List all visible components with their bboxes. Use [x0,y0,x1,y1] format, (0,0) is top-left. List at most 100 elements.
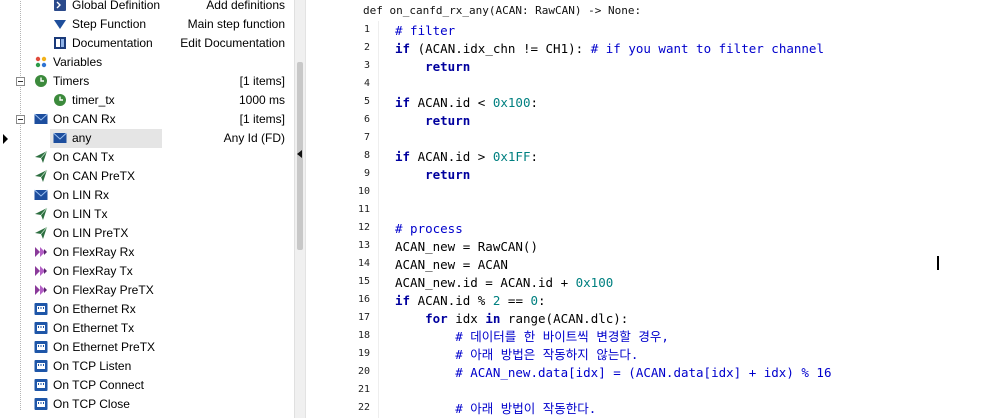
collapse-panel-icon[interactable] [297,150,302,158]
line-number: 14 [357,258,370,269]
tree-item-on-ethernet-tx[interactable]: On Ethernet Tx [0,319,294,338]
tree-item-label: On CAN Tx [53,150,115,164]
tree-item-label: Documentation [72,36,153,50]
number-token: 0 [530,293,539,308]
line-number: 12 [357,222,370,233]
line-number: 3 [363,60,370,71]
line-number: 19 [357,348,370,359]
comment-token: # 데이터를 한 바이트씩 변경할 경우, [395,329,669,344]
code-line[interactable]: # 데이터를 한 바이트씩 변경할 경우, [395,328,669,346]
code-line[interactable]: for idx in range(ACAN.dlc): [395,310,628,328]
tree-item-on-can-tx[interactable]: On CAN Tx [0,148,294,167]
envelope-icon [34,112,48,126]
tree-item-on-lin-tx[interactable]: On LIN Tx [0,205,294,224]
tree-item-on-tcp-connect[interactable]: On TCP Connect [0,376,294,395]
code-line[interactable]: return [395,58,470,76]
collapse-toggle-icon[interactable] [16,77,25,86]
code-token: ACAN_new.id = ACAN.id + [395,275,576,290]
line-number: 17 [357,312,370,323]
code-token: : [530,95,539,110]
tree-item-label: timer_tx [72,93,115,107]
code-token: ACAN.id < [410,95,493,110]
tree-item-label: On LIN Tx [53,207,108,221]
code-line[interactable]: ACAN_new.id = ACAN.id + 0x100 [395,274,613,292]
tree-item-global-definition[interactable]: Global Definition Add definitions [0,0,294,15]
keyword-token: if [395,293,411,308]
code-token: idx [447,311,486,326]
tree-item-on-lin-pretx[interactable]: On LIN PreTX [0,224,294,243]
code-token: ACAN.id % [410,293,493,308]
tree-item-documentation[interactable]: Documentation Edit Documentation [0,34,294,53]
tree-item-on-flexray-tx[interactable]: On FlexRay Tx [0,262,294,281]
variables-icon [34,55,48,69]
envelope-icon [34,188,48,202]
comment-token: # ACAN_new.data[idx] = (ACAN.data[idx] +… [395,365,832,380]
code-line[interactable]: return [395,166,470,184]
tree-item-step-function[interactable]: Step Function Main step function [0,15,294,34]
clock-icon [34,74,48,88]
number-token: 0x100 [492,95,531,110]
tree-item-label: On Ethernet PreTX [53,340,156,354]
flexray-icon [34,264,48,278]
code-token: (ACAN.idx_chn != CH1): [410,41,591,56]
keyword-token: for [395,311,448,326]
code-line[interactable]: # ACAN_new.data[idx] = (ACAN.data[idx] +… [395,364,832,382]
line-number: 21 [357,384,370,395]
text-cursor [937,256,939,270]
code-line[interactable]: # 아래 방법이 작동한다. [395,400,596,418]
tree-item-on-ethernet-rx[interactable]: On Ethernet Rx [0,300,294,319]
tree-item-on-ethernet-pretx[interactable]: On Ethernet PreTX [0,338,294,357]
line-number: 1 [363,24,370,35]
tree-item-variables[interactable]: Variables [0,53,294,72]
tree-item-on-can-rx[interactable]: On CAN Rx [1 items] [0,110,294,129]
ethernet-icon [34,378,48,392]
code-line[interactable]: if ACAN.id > 0x1FF: [395,148,538,166]
code-line[interactable]: return [395,112,470,130]
tree-item-on-flexray-pretx[interactable]: On FlexRay PreTX [0,281,294,300]
script-icon [53,0,67,12]
keyword-token: if [395,149,411,164]
function-signature: def on_canfd_rx_any(ACAN: RawCAN) -> Non… [363,4,642,17]
line-number: 18 [357,330,370,341]
code-line[interactable]: if ACAN.id < 0x100: [395,94,538,112]
comment-token: # if you want to filter channel [590,41,824,56]
code-token: ACAN_new = ACAN [395,257,508,272]
code-token: ACAN_new = RawCAN() [395,239,538,254]
code-line[interactable]: # process [395,220,463,238]
keyword-token: in [485,311,501,326]
tree-item-label: On CAN PreTX [53,169,136,183]
tree-item-on-tcp-listen[interactable]: On TCP Listen [0,357,294,376]
line-number: 4 [363,78,370,89]
number-token: 0x100 [575,275,614,290]
tree-item-timers[interactable]: Timers [1 items] [0,72,294,91]
line-number-gutter: 1 2 3 4 5 6 7 8 9 10 11 12 13 14 15 16 17 18 19 20 21 22 [306,21,378,418]
code-token: == [500,293,531,308]
line-number: 10 [357,186,370,197]
keyword-token: if [395,95,411,110]
code-line[interactable]: ACAN_new = ACAN [395,256,508,274]
tree-item-value: Any Id (FD) [223,131,285,145]
tree-item-label: any [72,131,92,145]
tree-item-on-flexray-rx[interactable]: On FlexRay Rx [0,243,294,262]
code-line[interactable]: # 아래 방법은 작동하지 않는다. [395,346,638,364]
code-line[interactable]: if (ACAN.idx_chn != CH1): # if you want … [395,40,824,58]
tree-item-on-lin-rx[interactable]: On LIN Rx [0,186,294,205]
tree-item-value: [1 items] [239,112,285,126]
tree-item-label: On Ethernet Rx [53,302,136,316]
tree-item-on-tcp-close[interactable]: On TCP Close [0,395,294,410]
code-line[interactable]: if ACAN.id % 2 == 0: [395,292,546,310]
tree-item-on-can-pretx[interactable]: On CAN PreTX [0,167,294,186]
line-number: 9 [363,168,370,179]
line-number: 22 [357,402,370,413]
code-editor[interactable]: def on_canfd_rx_any(ACAN: RawCAN) -> Non… [306,0,1003,418]
tree-item-any[interactable]: any Any Id (FD) [0,129,294,148]
send-icon [34,207,48,221]
number-token: 0x1FF [492,149,531,164]
code-line[interactable]: # filter [395,22,455,40]
code-token: range(ACAN.dlc): [500,311,629,326]
tree-item-label: Timers [53,74,90,88]
collapse-toggle-icon[interactable] [16,115,25,124]
code-line[interactable]: ACAN_new = RawCAN() [395,238,538,256]
tree-item-timer-tx[interactable]: timer_tx 1000 ms [0,91,294,110]
tree-item-value: Edit Documentation [180,36,285,50]
